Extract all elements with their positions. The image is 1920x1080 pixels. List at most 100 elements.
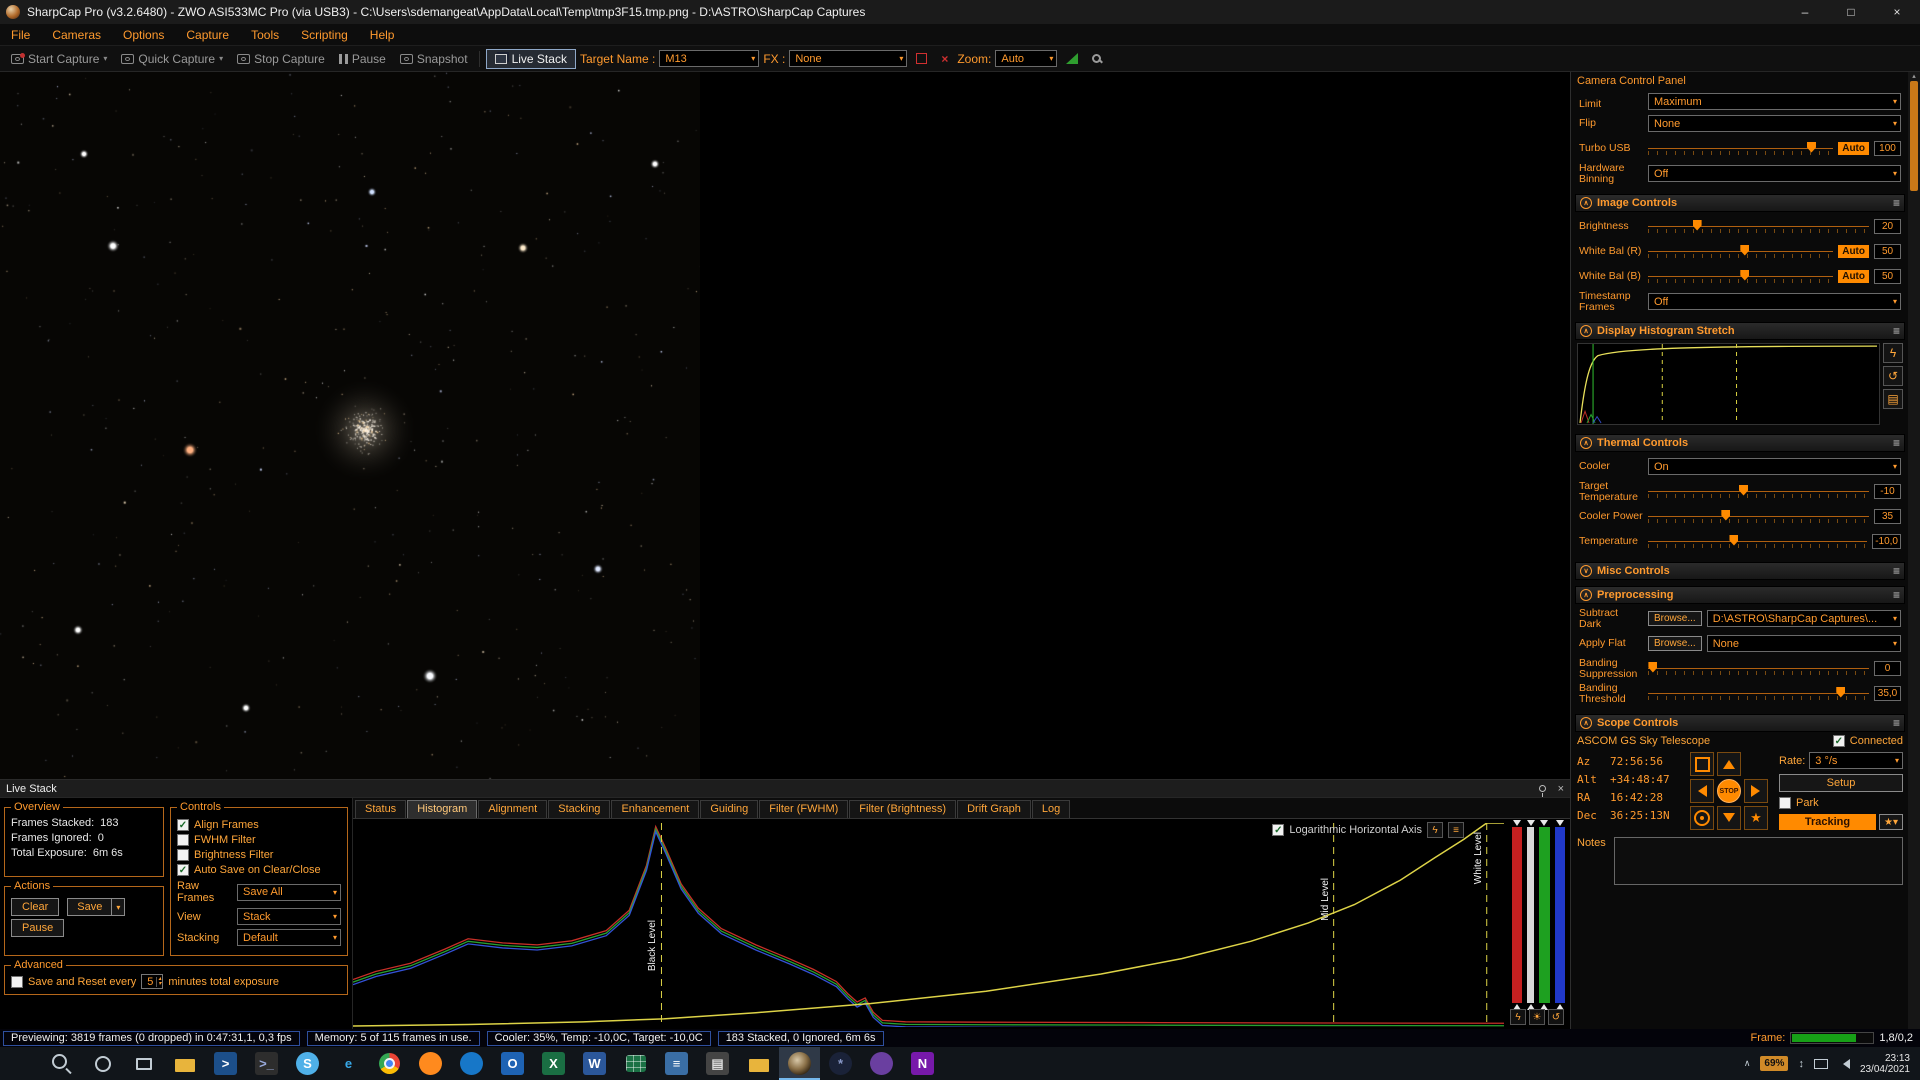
- white-bal-b-slider[interactable]: [1648, 269, 1833, 285]
- white-bal-b-auto-button[interactable]: Auto: [1838, 270, 1869, 283]
- taskbar-browser[interactable]: [451, 1047, 492, 1080]
- minutes-spinner[interactable]: ▴ ▾: [156, 977, 162, 987]
- section-header-misc-controls[interactable]: ∨Misc Controls≡: [1575, 562, 1905, 580]
- scope-frame-button[interactable]: [1690, 752, 1714, 776]
- target-name-dropdown[interactable]: M13 ▾: [659, 50, 759, 67]
- chevron-down-icon[interactable]: ▾: [219, 54, 223, 63]
- taskbar-task-view[interactable]: [123, 1047, 164, 1080]
- checkbox-auto-save-on-clear-close[interactable]: ✓Auto Save on Clear/Close: [177, 864, 341, 876]
- section-header-scope-controls[interactable]: ∧Scope Controls≡: [1575, 714, 1905, 732]
- menu-scripting[interactable]: Scripting: [290, 25, 359, 45]
- chevron-down-icon[interactable]: ▾: [103, 54, 107, 63]
- taskbar-chrome[interactable]: [369, 1047, 410, 1080]
- banding-threshold-slider[interactable]: [1648, 686, 1869, 702]
- histogram-plot[interactable]: ✓ Logarithmic Horizontal Axis ϟ ≡ Black …: [353, 819, 1504, 1029]
- taskbar-cortana[interactable]: [82, 1047, 123, 1080]
- display-stretch-graph[interactable]: [1577, 343, 1880, 425]
- minutes-input[interactable]: 5 ▴ ▾: [141, 974, 163, 989]
- section-header-thermal-controls[interactable]: ∧Thermal Controls≡: [1575, 434, 1905, 452]
- subtract-dark-dropdown[interactable]: D:\ASTRO\SharpCap Captures\...▾: [1707, 610, 1901, 627]
- scope-star-button[interactable]: ★: [1744, 806, 1768, 830]
- tab-histogram[interactable]: Histogram: [407, 800, 477, 818]
- section-menu-icon[interactable]: ≡: [1893, 324, 1900, 338]
- raw-frames-dropdown[interactable]: Save All▾: [237, 884, 341, 901]
- white-bal-r-value[interactable]: 50: [1874, 244, 1901, 259]
- taskbar-sharpcap[interactable]: [779, 1047, 820, 1080]
- snapshot-button[interactable]: Snapshot: [395, 50, 473, 68]
- auto-stretch-button[interactable]: ϟ: [1883, 343, 1903, 363]
- pin-icon[interactable]: [1539, 785, 1546, 792]
- taskbar-captures-folder[interactable]: [738, 1047, 779, 1080]
- section-header-image-controls[interactable]: ∧Image Controls≡: [1575, 194, 1905, 212]
- section-menu-icon[interactable]: ≡: [1893, 196, 1900, 210]
- log-axis-checkbox[interactable]: ✓: [1272, 824, 1284, 836]
- green-level-slider[interactable]: [1539, 827, 1549, 1003]
- hardware-binning-dropdown[interactable]: Off▾: [1648, 165, 1901, 182]
- tab-enhancement[interactable]: Enhancement: [611, 800, 699, 818]
- white-bal-r-auto-button[interactable]: Auto: [1838, 245, 1869, 258]
- section-menu-icon[interactable]: ≡: [1893, 436, 1900, 450]
- taskbar-search[interactable]: [41, 1047, 82, 1080]
- taskbar-firefox[interactable]: [410, 1047, 451, 1080]
- panel-scrollbar[interactable]: ▴: [1908, 72, 1920, 1029]
- stop-capture-button[interactable]: Stop Capture: [232, 50, 330, 68]
- chevron-up-icon[interactable]: ∧: [1580, 197, 1592, 209]
- taskbar-notes-app[interactable]: ≡: [656, 1047, 697, 1080]
- scope-right-button[interactable]: [1744, 779, 1768, 803]
- auto-stretch-icon[interactable]: ϟ: [1427, 822, 1443, 838]
- save-button[interactable]: Save ▾: [67, 898, 125, 916]
- reset-levels-icon[interactable]: ↺: [1548, 1009, 1564, 1025]
- clear-selection-button[interactable]: ×: [936, 50, 953, 68]
- image-preview-area[interactable]: [0, 72, 1570, 779]
- taskbar-image-viewer[interactable]: ▤: [697, 1047, 738, 1080]
- taskbar-outlook[interactable]: O: [492, 1047, 533, 1080]
- menu-tools[interactable]: Tools: [240, 25, 290, 45]
- speaker-icon[interactable]: [1838, 1059, 1850, 1069]
- chevron-up-icon[interactable]: ∧: [1580, 325, 1592, 337]
- menu-capture[interactable]: Capture: [175, 25, 240, 45]
- white-level-slider[interactable]: [1527, 827, 1534, 1003]
- timestamp-frames-dropdown[interactable]: Off▾: [1648, 293, 1901, 310]
- taskbar-stellarium[interactable]: *: [820, 1047, 861, 1080]
- tracking-options-button[interactable]: ★▾: [1879, 814, 1903, 830]
- menu-help[interactable]: Help: [359, 25, 406, 45]
- taskbar-onenote[interactable]: N: [902, 1047, 943, 1080]
- maximize-button[interactable]: □: [1828, 0, 1874, 24]
- turbo-usb-value[interactable]: 100: [1874, 141, 1901, 156]
- tray-expand-icon[interactable]: ∧: [1744, 1058, 1751, 1069]
- white-bal-b-value[interactable]: 50: [1874, 269, 1901, 284]
- usb-activity-icon[interactable]: ↕: [1798, 1058, 1804, 1070]
- selection-area-button[interactable]: [911, 51, 932, 66]
- close-button[interactable]: ×: [1874, 0, 1920, 24]
- taskbar-skype[interactable]: S: [287, 1047, 328, 1080]
- display-icon[interactable]: [1814, 1059, 1828, 1069]
- live-stack-button[interactable]: Live Stack: [486, 49, 576, 69]
- banding-threshold-value[interactable]: 35,0: [1874, 686, 1901, 701]
- scope-target-button[interactable]: [1690, 806, 1714, 830]
- section-menu-icon[interactable]: ≡: [1893, 588, 1900, 602]
- flip-dropdown[interactable]: None▾: [1648, 115, 1901, 132]
- chevron-up-icon[interactable]: ∧: [1580, 717, 1592, 729]
- save-reset-checkbox[interactable]: [11, 976, 23, 988]
- limit-dropdown[interactable]: Maximum▾: [1648, 93, 1901, 110]
- tab-drift-graph[interactable]: Drift Graph: [957, 800, 1031, 818]
- taskbar-powershell[interactable]: >: [205, 1047, 246, 1080]
- reset-histogram-button[interactable]: ↺: [1883, 366, 1903, 386]
- checkbox-align-frames[interactable]: ✓Align Frames: [177, 819, 341, 831]
- zoom-dropdown[interactable]: Auto ▾: [995, 50, 1057, 67]
- checkbox-brightness-filter[interactable]: Brightness Filter: [177, 849, 341, 861]
- chevron-up-icon[interactable]: ∧: [1580, 437, 1592, 449]
- white-bal-r-slider[interactable]: [1648, 244, 1833, 260]
- section-menu-icon[interactable]: ≡: [1893, 564, 1900, 578]
- tracking-button[interactable]: Tracking: [1779, 814, 1876, 830]
- menu-options[interactable]: Options: [112, 25, 175, 45]
- brightness-slider[interactable]: [1648, 219, 1869, 235]
- rgb-level-sliders[interactable]: ϟ ☀ ↺: [1504, 819, 1570, 1029]
- histogram-toggle-button[interactable]: [1061, 51, 1083, 66]
- banding-suppression-slider[interactable]: [1648, 661, 1869, 677]
- rate-dropdown[interactable]: 3 °/s▾: [1809, 752, 1903, 769]
- pause-stack-button[interactable]: Pause: [11, 919, 64, 937]
- apply-flat-browse-button[interactable]: Browse...: [1648, 636, 1702, 651]
- checkbox-box[interactable]: [177, 849, 189, 861]
- scope-stop-button[interactable]: STOP: [1717, 779, 1741, 803]
